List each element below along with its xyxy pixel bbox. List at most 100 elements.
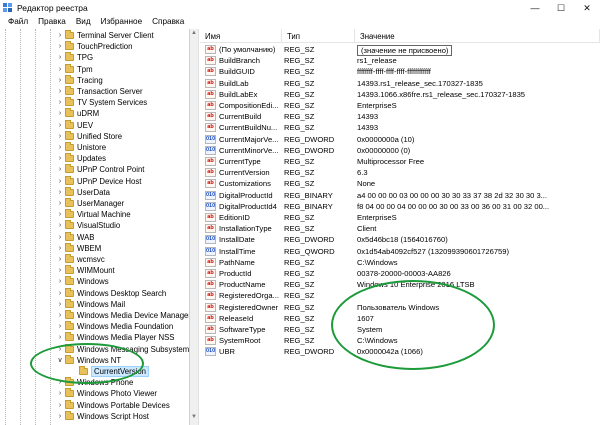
expand-arrow-icon[interactable]: › — [56, 178, 64, 185]
expand-arrow-icon[interactable]: › — [56, 278, 64, 285]
tree-item[interactable]: › Windows Messaging Subsystem — [56, 343, 189, 355]
value-row[interactable]: 010 UBR REG_DWORD 0x0000042a (1066) — [200, 346, 600, 357]
tree-item[interactable]: › WAB — [56, 231, 94, 243]
expand-arrow-icon[interactable]: › — [56, 122, 64, 129]
expand-arrow-icon[interactable]: › — [56, 390, 64, 397]
scroll-down-icon[interactable]: ▼ — [191, 414, 197, 420]
value-row[interactable]: ab BuildBranch REG_SZ rs1_release — [200, 55, 600, 66]
expand-arrow-icon[interactable]: › — [56, 234, 64, 241]
expand-arrow-icon[interactable]: › — [56, 43, 64, 50]
tree-item[interactable]: › UserData — [56, 186, 110, 198]
column-header-type[interactable]: Тип — [282, 29, 355, 43]
maximize-button[interactable]: ☐ — [548, 0, 574, 16]
menu-favorites[interactable]: Избранное — [96, 16, 148, 29]
tree-item[interactable]: › Windows Media Device Manager — [56, 310, 189, 321]
tree-item-selected[interactable]: CurrentVersion — [70, 366, 150, 377]
expand-arrow-icon[interactable]: › — [56, 312, 64, 319]
tree-item[interactable]: › Windows Photo Viewer — [56, 388, 157, 399]
tree-item[interactable]: › Windows — [56, 276, 109, 287]
expand-arrow-icon[interactable]: › — [56, 133, 64, 140]
expand-arrow-icon[interactable]: › — [56, 144, 64, 151]
value-row[interactable]: ab CurrentBuild REG_SZ 14393 — [200, 111, 600, 122]
expand-arrow-icon[interactable]: › — [56, 99, 64, 106]
value-row[interactable]: ab PathName REG_SZ C:\Windows — [200, 257, 600, 268]
column-header-name[interactable]: Имя — [200, 29, 282, 43]
expand-arrow-icon[interactable]: › — [56, 323, 64, 330]
value-row[interactable]: ab ReleaseId REG_SZ 1607 — [200, 313, 600, 324]
value-row[interactable]: 010 CurrentMajorVe... REG_DWORD 0x0000000a … — [200, 134, 600, 145]
expand-arrow-icon[interactable]: › — [56, 66, 64, 73]
scroll-up-icon[interactable]: ▲ — [191, 30, 197, 36]
expand-arrow-icon[interactable]: › — [56, 211, 64, 218]
tree-item[interactable]: › UEV — [56, 119, 93, 131]
tree-item[interactable]: › UserManager — [56, 198, 124, 209]
value-row[interactable]: ab BuildGUID REG_SZ ffffffff-ffff-ffff-ffff… — [200, 66, 600, 77]
expand-arrow-icon[interactable]: › — [56, 290, 64, 297]
pane-splitter[interactable]: ▲ ▼ — [190, 29, 199, 425]
tree-item[interactable]: › Tracing — [56, 74, 103, 86]
value-row[interactable]: 010 CurrentMinorVe... REG_DWORD 0x00000000 … — [200, 145, 600, 156]
tree-item[interactable]: › Terminal Server Client — [56, 30, 154, 41]
tree-item[interactable]: › Windows Portable Devices — [56, 399, 170, 411]
value-row[interactable]: 010 InstallTime REG_QWORD 0x1d54ab4092cf527… — [200, 246, 600, 257]
value-row[interactable]: ab RegisteredOwner REG_SZ Пользователь Wind… — [200, 302, 600, 313]
menu-edit[interactable]: Правка — [33, 16, 71, 29]
menu-file[interactable]: Файл — [3, 16, 33, 29]
expand-arrow-icon[interactable]: › — [56, 32, 64, 39]
value-row[interactable]: 010 InstallDate REG_DWORD 0x5d46bc18 (15640… — [200, 234, 600, 245]
tree-item[interactable]: › Unistore — [56, 142, 106, 153]
tree-item[interactable]: ∨ Windows NT — [56, 354, 121, 366]
expand-arrow-icon[interactable]: › — [56, 200, 64, 207]
registry-key-tree[interactable]: › Terminal Server Client › TouchPrediction ›… — [0, 29, 190, 425]
value-row[interactable]: ab CurrentVersion REG_SZ 6.3 — [200, 167, 600, 178]
expand-arrow-icon[interactable]: › — [56, 110, 64, 117]
expand-arrow-icon[interactable]: › — [56, 346, 64, 353]
tree-item[interactable]: › TV System Services — [56, 97, 147, 108]
value-row[interactable]: ab CompositionEdi... REG_SZ EnterpriseS — [200, 100, 600, 111]
tree-item[interactable]: › UPnP Device Host — [56, 175, 141, 187]
expand-arrow-icon[interactable]: › — [56, 334, 64, 341]
expand-arrow-icon[interactable]: › — [56, 413, 64, 420]
value-row[interactable]: 010 DigitalProductId REG_BINARY a4 00 00 00… — [200, 190, 600, 201]
collapse-arrow-icon[interactable]: ∨ — [56, 356, 64, 364]
expand-arrow-icon[interactable]: › — [56, 222, 64, 229]
value-row[interactable]: ab SoftwareType REG_SZ System — [200, 324, 600, 335]
expand-arrow-icon[interactable]: › — [56, 267, 64, 274]
tree-item[interactable]: › Windows Media Player NSS — [56, 332, 175, 343]
value-row[interactable]: ab (По умолчанию) REG_SZ (значение не присв… — [200, 44, 600, 56]
column-header-data[interactable]: Значение — [355, 29, 600, 43]
expand-arrow-icon[interactable]: › — [56, 77, 64, 84]
tree-item[interactable]: › Updates — [56, 153, 106, 164]
tree-item[interactable]: › Windows Media Foundation — [56, 321, 173, 332]
expand-arrow-icon[interactable]: › — [56, 166, 64, 173]
close-button[interactable]: ✕ — [574, 0, 600, 16]
minimize-button[interactable]: — — [522, 0, 548, 16]
value-row[interactable]: ab SystemRoot REG_SZ C:\Windows — [200, 335, 600, 346]
tree-item[interactable]: › wcmsvc — [56, 254, 105, 265]
tree-item[interactable]: › Tpm — [56, 63, 93, 75]
value-row[interactable]: ab ProductName REG_SZ Windows 10 Enterprise… — [200, 279, 600, 290]
expand-arrow-icon[interactable]: › — [56, 54, 64, 61]
registry-values-list[interactable]: Имя Тип Значение ab (По умолчанию) REG_SZ(… — [200, 29, 600, 425]
tree-item[interactable]: › Windows Phone — [56, 377, 133, 388]
tree-item[interactable]: › WBEM — [56, 242, 101, 254]
value-row[interactable]: ab BuildLab REG_SZ 14393.rs1_release_sec.17… — [200, 78, 600, 89]
expand-arrow-icon[interactable]: › — [56, 301, 64, 308]
tree-item[interactable]: › UPnP Control Point — [56, 164, 144, 175]
menu-help[interactable]: Справка — [147, 16, 189, 29]
tree-item[interactable]: › Virtual Machine — [56, 209, 131, 220]
tree-item[interactable]: › VisualStudio — [56, 220, 120, 231]
tree-item[interactable]: › Windows Mail — [56, 298, 125, 310]
menu-view[interactable]: Вид — [71, 16, 96, 29]
expand-arrow-icon[interactable]: › — [56, 256, 64, 263]
tree-item[interactable]: › WIMMount — [56, 265, 115, 276]
expand-arrow-icon[interactable]: › — [56, 155, 64, 162]
value-row[interactable]: ab EditionID REG_SZ EnterpriseS — [200, 212, 600, 223]
tree-item[interactable]: › Unified Store — [56, 130, 122, 142]
tree-item[interactable]: › Windows Desktop Search — [56, 287, 166, 299]
value-row[interactable]: ab ProductId REG_SZ 00378-20000-00003-AA826 — [200, 268, 600, 279]
tree-item[interactable]: › uDRM — [56, 108, 99, 119]
value-row[interactable]: ab CurrentBuildNu... REG_SZ 14393 — [200, 122, 600, 133]
expand-arrow-icon[interactable]: › — [56, 402, 64, 409]
tree-item[interactable]: › TPG — [56, 52, 93, 63]
